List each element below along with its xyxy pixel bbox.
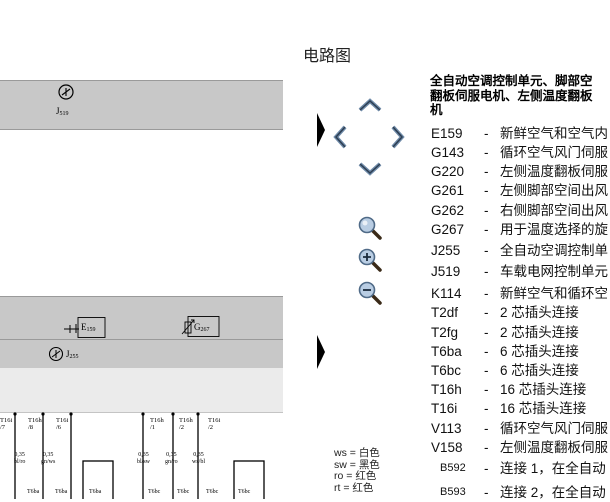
legend-code: T2fg bbox=[431, 325, 459, 340]
wire-label: 0,35 bl/sw bbox=[137, 452, 151, 465]
legend-desc: 车载电网控制单元 bbox=[500, 264, 608, 279]
pin-label: T16h/8 bbox=[28, 417, 42, 431]
legend-code: V158 bbox=[431, 440, 463, 455]
circuit-diagram: J519 E159 G267 J255 T16i /7 T16h /8 T16i… bbox=[0, 0, 290, 499]
legend-code: G262 bbox=[431, 203, 465, 218]
legend-desc: 16 芯插头连接 bbox=[500, 382, 587, 397]
legend-desc: 新鲜空气和循环空 bbox=[500, 286, 608, 301]
legend-desc: 右侧脚部空间出风 bbox=[500, 203, 608, 218]
zoom-out-button[interactable] bbox=[357, 280, 383, 306]
pan-up-button[interactable] bbox=[357, 96, 383, 114]
component-band-lower bbox=[0, 368, 283, 413]
component-band-e159-g267 bbox=[0, 296, 283, 340]
legend-code: B593 bbox=[440, 486, 466, 498]
wire-label: 0,35 ws/bl bbox=[192, 452, 206, 465]
connector-label: T6ba bbox=[55, 489, 68, 495]
zoom-out-icon bbox=[358, 281, 382, 305]
zoom-fit-button[interactable] bbox=[357, 215, 383, 241]
connector-label: T6bc bbox=[206, 489, 219, 495]
legend-code: T16i bbox=[431, 401, 458, 416]
legend-code: B592 bbox=[440, 462, 466, 474]
legend-desc: 连接 1，在全自动 bbox=[500, 461, 606, 476]
legend-code: G143 bbox=[431, 145, 465, 160]
legend-code: K114 bbox=[431, 286, 462, 301]
pan-down-button[interactable] bbox=[357, 160, 383, 178]
pan-right-button[interactable] bbox=[389, 124, 407, 150]
legend-code: J519 bbox=[431, 264, 461, 279]
legend-desc: 6 芯插头连接 bbox=[500, 344, 579, 359]
pointer-triangle-icon bbox=[317, 335, 325, 369]
component-band-j255 bbox=[0, 339, 283, 369]
component-label-j519: J519 bbox=[56, 106, 69, 117]
pin-label: T16i/6 bbox=[56, 417, 69, 431]
color-legend-row: rt = 红色 bbox=[334, 481, 374, 494]
legend-code: T6ba bbox=[431, 344, 462, 359]
legend-desc: 连接 2，在全自动 bbox=[500, 485, 606, 500]
legend-desc: 左侧脚部空间出风 bbox=[500, 183, 608, 198]
connector-label: T6ba bbox=[27, 489, 40, 495]
arrow-up-icon bbox=[358, 98, 382, 112]
pointer-triangle-icon bbox=[317, 113, 325, 147]
legend-code: J255 bbox=[431, 243, 461, 258]
arrow-down-icon bbox=[358, 162, 382, 176]
connector-label: T6bc bbox=[148, 489, 161, 495]
legend-desc: 全自动空调控制单 bbox=[500, 243, 608, 258]
legend-desc: 左侧温度翻板伺服 bbox=[500, 440, 608, 455]
arrow-right-icon bbox=[391, 125, 405, 149]
connector-label: T6bc bbox=[177, 489, 190, 495]
legend-desc: 16 芯插头连接 bbox=[500, 401, 587, 416]
legend-code: G267 bbox=[431, 222, 465, 237]
wire-label: 0,35 bl/ro bbox=[14, 452, 26, 465]
legend-code: V113 bbox=[431, 421, 462, 436]
legend-desc: 新鲜空气和空气内 bbox=[500, 126, 608, 141]
arrow-left-icon bbox=[333, 125, 347, 149]
pan-left-button[interactable] bbox=[331, 124, 349, 150]
legend-desc: 用于温度选择的旋 bbox=[500, 222, 608, 237]
component-label-g267: G267 bbox=[194, 322, 210, 333]
pin-label: T16h/2 bbox=[179, 417, 193, 431]
legend-desc: 循环空气风门伺服 bbox=[500, 145, 608, 160]
legend-desc: 6 芯插头连接 bbox=[500, 363, 579, 378]
zoom-in-icon bbox=[358, 248, 382, 272]
wire-label: 0,35 gn/ro bbox=[165, 452, 178, 465]
wire-label: 0,35 gn/ws bbox=[41, 452, 56, 465]
legend-code: T6bc bbox=[431, 363, 462, 378]
connector-label: T6bc bbox=[238, 489, 251, 495]
legend-code: T16h bbox=[431, 382, 462, 397]
zoom-in-button[interactable] bbox=[357, 247, 383, 273]
page-title: 电路图 bbox=[303, 48, 352, 65]
legend-desc: 循环空气风门伺服 bbox=[500, 421, 608, 436]
legend-code: E159 bbox=[431, 126, 463, 141]
legend-desc: 2 芯插头连接 bbox=[500, 325, 579, 340]
legend-code: G261 bbox=[431, 183, 465, 198]
pin-label: T16i/7 bbox=[0, 417, 13, 431]
component-label-j255: J255 bbox=[66, 349, 79, 360]
control-unit-symbol-icon bbox=[58, 84, 74, 100]
legend-code: T2df bbox=[431, 305, 459, 320]
connector-label: T6ba bbox=[89, 489, 102, 495]
component-band-j519 bbox=[0, 80, 283, 130]
legend-title: 全自动空调控制单元、脚部空 翻板伺服电机、左侧温度翻板 机 bbox=[430, 74, 593, 117]
pin-label: T16i/2 bbox=[208, 417, 221, 431]
legend-desc: 左侧温度翻板伺服 bbox=[500, 164, 608, 179]
legend-code: G220 bbox=[431, 164, 465, 179]
legend-desc: 2 芯插头连接 bbox=[500, 305, 579, 320]
magnifier-icon bbox=[358, 216, 382, 240]
pin-label: T16h/1 bbox=[150, 417, 164, 431]
control-unit-symbol-icon bbox=[48, 346, 64, 362]
wire-color-legend: ws = 白色 sw = 黑色 ro = 红色 rt = 红色 bbox=[334, 447, 380, 494]
component-label-e159: E159 bbox=[81, 322, 96, 333]
